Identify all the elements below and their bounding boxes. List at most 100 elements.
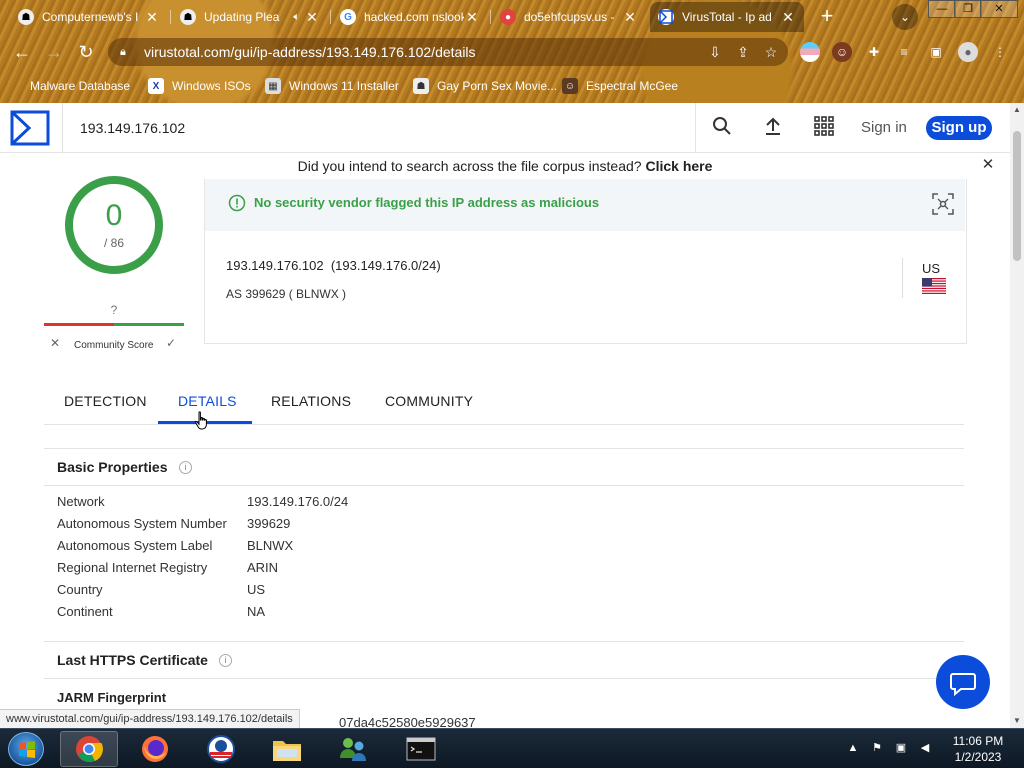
bot-favicon-icon: ☗	[413, 78, 429, 94]
network-icon[interactable]: ▣	[894, 741, 908, 755]
info-icon[interactable]: i	[179, 461, 192, 474]
side-panel-icon[interactable]: ▣	[926, 42, 946, 62]
tab-details[interactable]: DETAILS	[178, 393, 237, 409]
community-score-value: ?	[110, 303, 118, 317]
action-center-flag-icon[interactable]: ⚑	[870, 741, 884, 755]
speaker-icon[interactable]: 🔈︎	[293, 11, 300, 24]
browser-tab-2[interactable]: ☗ Updating Plea 🔈︎ ✕	[172, 2, 328, 32]
jarm-fingerprint-title: JARM Fingerprint	[57, 690, 167, 705]
share-icon[interactable]: ⇪	[732, 44, 754, 61]
sign-in-link[interactable]: Sign in	[861, 119, 907, 136]
prop-value: ARIN	[247, 560, 279, 575]
taskbar-command-prompt[interactable]	[392, 731, 450, 767]
puzzle-extension-icon[interactable]: ✚	[864, 42, 884, 62]
tab-search-button[interactable]: ⌄	[892, 4, 918, 30]
taskbar-obama-app[interactable]	[192, 731, 250, 767]
menu-kebab-icon[interactable]: ⋮	[990, 42, 1010, 62]
taskbar-network-app[interactable]	[324, 731, 382, 767]
virustotal-favicon-icon	[658, 9, 674, 25]
scroll-down-arrow-icon[interactable]: ▼	[1011, 714, 1023, 728]
reload-button[interactable]: ↻	[74, 40, 98, 64]
community-score-label: Community Score	[74, 340, 154, 351]
close-tab-icon[interactable]: ✕	[144, 9, 160, 26]
taskbar-file-explorer[interactable]	[258, 731, 316, 767]
windows-taskbar: ▲ ⚑ ▣ ◀ 11:06 PM 1/2/2023	[0, 728, 1024, 768]
close-tab-icon[interactable]: ✕	[780, 9, 796, 26]
vote-harmless-icon[interactable]: ✓	[166, 336, 176, 350]
minimize-button[interactable]: —	[928, 0, 956, 18]
close-tab-icon[interactable]: ✕	[464, 9, 480, 26]
jarm-fingerprint-value: 07da4c52580e5929637	[339, 715, 476, 728]
detection-total: / 86	[103, 236, 124, 250]
sign-up-button[interactable]: Sign up	[926, 116, 992, 140]
new-tab-button[interactable]: +	[814, 5, 840, 29]
scroll-up-arrow-icon[interactable]: ▲	[1011, 103, 1023, 117]
google-favicon-icon: G	[340, 9, 356, 25]
upload-icon[interactable]	[761, 116, 785, 140]
graph-view-icon[interactable]	[931, 192, 955, 216]
chrome-icon	[76, 736, 103, 763]
https-certificate-title: Last HTTPS Certificate	[57, 652, 208, 668]
bookmark-windows-isos[interactable]: X Windows ISOs	[148, 77, 251, 95]
prop-label: Continent	[57, 604, 113, 619]
terminal-icon	[406, 737, 436, 761]
start-button[interactable]	[8, 732, 44, 766]
community-score-bar	[44, 323, 184, 326]
apps-grid-icon[interactable]	[812, 116, 836, 140]
chat-button[interactable]	[936, 655, 990, 709]
url-text[interactable]: virustotal.com/gui/ip-address/193.149.17…	[144, 44, 704, 60]
browser-tab-4[interactable]: ● do5ehfcupsv.us - ✕	[492, 2, 646, 32]
bookmark-star-icon[interactable]: ☆	[760, 44, 782, 61]
folder-icon	[273, 741, 301, 761]
profile-icon[interactable]: ●	[958, 42, 978, 62]
volume-icon[interactable]: ◀	[918, 741, 932, 755]
tab-relations[interactable]: RELATIONS	[271, 393, 351, 409]
lock-icon[interactable]: 🔒︎	[120, 46, 134, 59]
forward-button[interactable]: →	[42, 40, 66, 64]
bot-favicon-icon: ☗	[18, 9, 34, 25]
link-status-bubble: www.virustotal.com/gui/ip-address/193.14…	[0, 709, 300, 728]
search-input[interactable]: 193.149.176.102	[62, 103, 696, 153]
tab-community[interactable]: COMMUNITY	[385, 393, 473, 409]
folder-icon	[10, 78, 20, 94]
browser-tab-1[interactable]: ☗ Computernewb's I ✕	[10, 2, 168, 32]
vote-malicious-icon[interactable]: ✕	[50, 336, 60, 350]
taskbar-firefox[interactable]	[126, 731, 184, 767]
bookmark-movie-site[interactable]: ☗ Gay Porn Sex Movie...	[413, 77, 557, 95]
browser-tab-3[interactable]: G hacked.com nslook ✕	[332, 2, 488, 32]
search-icon[interactable]	[710, 116, 734, 140]
tab-detection[interactable]: DETECTION	[64, 393, 147, 409]
close-tab-icon[interactable]: ✕	[304, 9, 320, 26]
browser-tab-5[interactable]: VirusTotal - Ip ad ✕	[650, 2, 804, 32]
install-app-icon[interactable]: ⇩	[704, 44, 726, 61]
hand-cursor-icon	[194, 411, 207, 430]
obama-logo-icon	[207, 735, 235, 763]
scrollbar-thumb[interactable]	[1013, 131, 1021, 261]
close-window-button[interactable]: ✕	[980, 0, 1018, 18]
windows-logo-icon	[19, 741, 35, 758]
bookmark-windows-11-installer[interactable]: ▦ Windows 11 Installer	[265, 77, 399, 95]
bookmark-espectral-mcgee[interactable]: ☺ Espectral McGee	[562, 77, 678, 95]
click-here-link[interactable]: Click here	[645, 158, 712, 174]
report-tabs: DETECTION DETAILS RELATIONS COMMUNITY	[44, 383, 964, 425]
system-clock[interactable]: 11:06 PM 1/2/2023	[944, 733, 1012, 765]
prop-label: Autonomous System Label	[57, 538, 213, 553]
taskbar-chrome[interactable]	[60, 731, 118, 767]
pride-extension-icon[interactable]	[800, 42, 820, 62]
info-icon[interactable]: i	[219, 654, 232, 667]
address-bar[interactable]: 🔒︎ virustotal.com/gui/ip-address/193.149…	[108, 38, 788, 66]
media-control-icon[interactable]: ≡	[894, 42, 914, 62]
bookmark-malware-database[interactable]: Malware Database	[10, 77, 130, 95]
show-hidden-icons[interactable]: ▲	[846, 741, 860, 755]
maximize-button[interactable]: ❐	[954, 0, 982, 18]
page-content: 193.149.176.102 Sign in Sign up Did you …	[0, 103, 1024, 728]
check-circle-icon	[228, 194, 246, 212]
prop-value: US	[247, 582, 266, 597]
close-tab-icon[interactable]: ✕	[622, 9, 638, 26]
avatar-extension-icon[interactable]: ☺	[832, 42, 852, 62]
avatar-icon: ☺	[562, 78, 578, 94]
virustotal-logo-icon[interactable]	[10, 110, 50, 146]
browser-frame: ☗ Computernewb's I ✕ ☗ Updating Plea 🔈︎ …	[0, 0, 1024, 103]
close-banner-icon[interactable]: ✕	[980, 157, 996, 173]
back-button[interactable]: ←	[10, 40, 34, 64]
